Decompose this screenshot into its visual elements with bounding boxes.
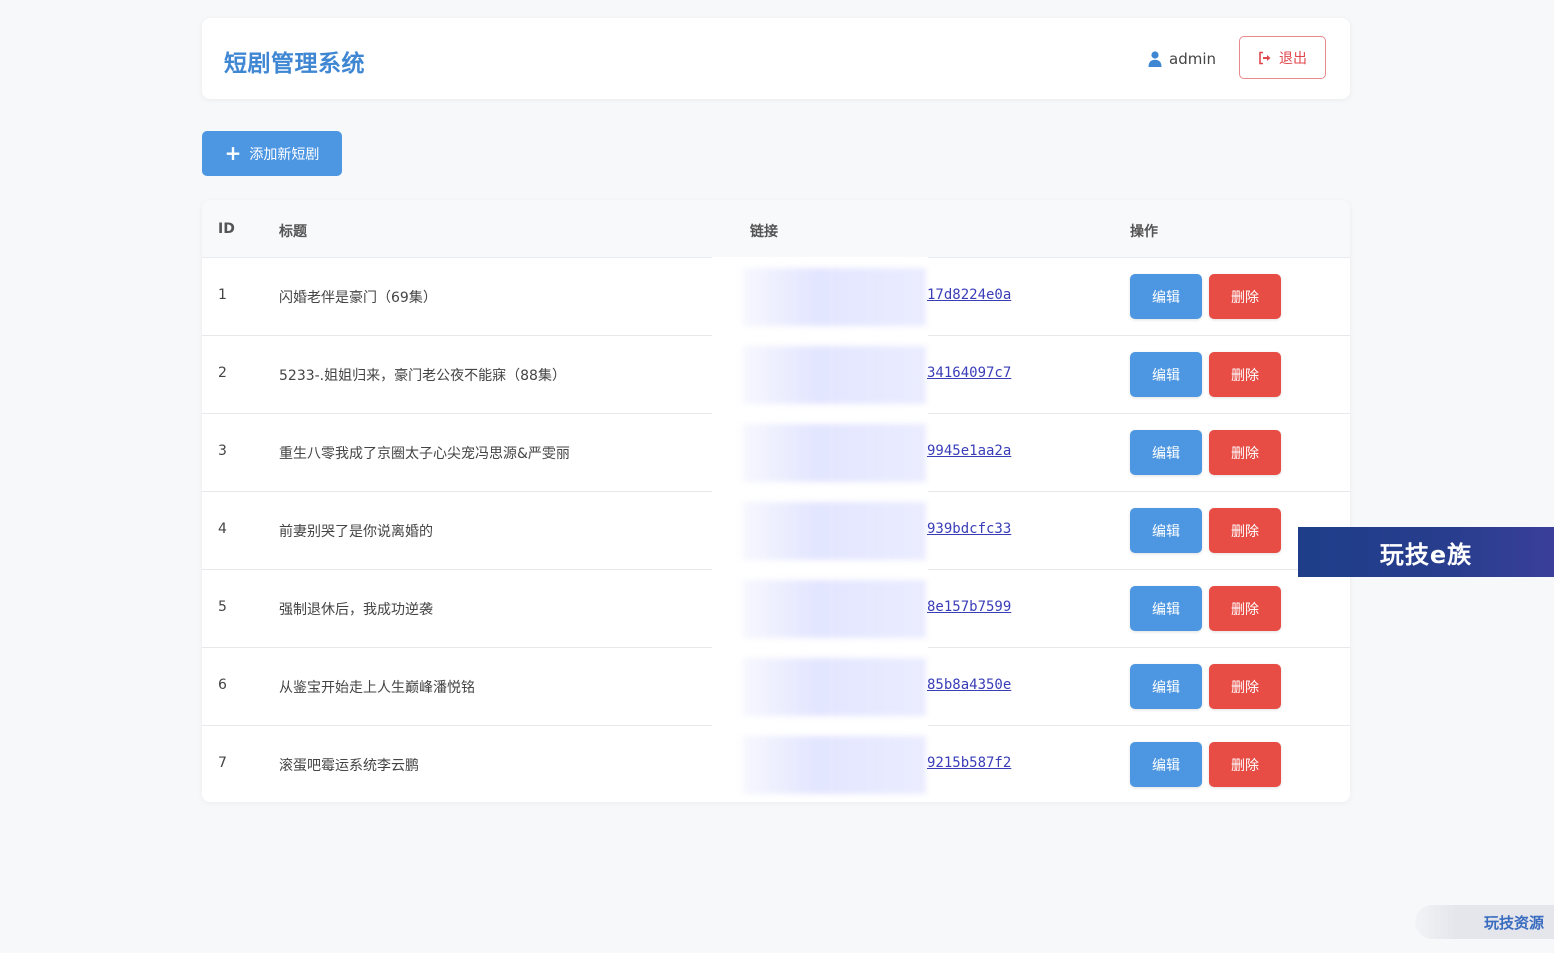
delete-button[interactable]: 删除 <box>1209 352 1281 397</box>
edit-button[interactable]: 编辑 <box>1130 430 1202 475</box>
row-link[interactable]: 9945e1aa2a <box>927 443 1011 459</box>
redacted-link-prefix <box>742 658 926 716</box>
redacted-link-prefix <box>742 580 926 638</box>
row-id: 7 <box>218 755 227 771</box>
user-name: admin <box>1169 50 1216 68</box>
table-row: 6 从鉴宝开始走上人生巅峰潘悦铭 85b8a4350e 编辑 删除 <box>202 647 1350 727</box>
edit-button[interactable]: 编辑 <box>1130 274 1202 319</box>
top-header: 短剧管理系统 admin 退出 <box>202 18 1350 99</box>
plus-icon: + <box>224 140 242 165</box>
table-row: 3 重生八零我成了京圈太子心尖宠冯思源&严雯丽 9945e1aa2a 编辑 删除 <box>202 413 1350 493</box>
redacted-link-prefix <box>742 736 926 794</box>
table-row: 2 5233-.姐姐归来，豪门老公夜不能寐（88集） 34164097c7 编辑… <box>202 335 1350 415</box>
delete-button[interactable]: 删除 <box>1209 664 1281 709</box>
table-header: ID 标题 链接 操作 <box>202 200 1350 258</box>
add-drama-button[interactable]: + 添加新短剧 <box>202 131 342 176</box>
row-title: 前妻别哭了是你说离婚的 <box>279 524 433 540</box>
add-drama-label: 添加新短剧 <box>249 146 320 163</box>
row-id: 1 <box>218 287 227 303</box>
edit-button[interactable]: 编辑 <box>1130 586 1202 631</box>
column-header-actions: 操作 <box>1130 224 1158 240</box>
table-row: 5 强制退休后，我成功逆袭 8e157b7599 编辑 删除 <box>202 569 1350 649</box>
redacted-link-prefix <box>742 268 926 326</box>
row-title: 强制退休后，我成功逆袭 <box>279 602 433 618</box>
column-header-id: ID <box>218 221 235 237</box>
logout-label: 退出 <box>1279 50 1307 67</box>
table-row: 1 闪婚老伴是豪门（69集） 17d8224e0a 编辑 删除 <box>202 257 1350 337</box>
column-header-title: 标题 <box>279 224 307 240</box>
watermark-banner: 玩技e族 <box>1298 527 1554 577</box>
sign-out-icon <box>1259 51 1271 64</box>
edit-button[interactable]: 编辑 <box>1130 352 1202 397</box>
row-link[interactable]: 8e157b7599 <box>927 599 1011 615</box>
delete-button[interactable]: 删除 <box>1209 508 1281 553</box>
row-id: 5 <box>218 599 227 615</box>
edit-button[interactable]: 编辑 <box>1130 508 1202 553</box>
row-link[interactable]: 34164097c7 <box>927 365 1011 381</box>
row-id: 3 <box>218 443 227 459</box>
column-header-link: 链接 <box>750 224 778 240</box>
logout-button[interactable]: 退出 <box>1239 36 1326 79</box>
watermark-corner: 玩技资源 <box>1415 905 1554 939</box>
row-id: 2 <box>218 365 227 381</box>
row-link[interactable]: 17d8224e0a <box>927 287 1011 303</box>
row-id: 6 <box>218 677 227 693</box>
delete-button[interactable]: 删除 <box>1209 742 1281 787</box>
table-row: 4 前妻别哭了是你说离婚的 939bdcfc33 编辑 删除 <box>202 491 1350 571</box>
redacted-link-prefix <box>742 346 926 404</box>
row-title: 从鉴宝开始走上人生巅峰潘悦铭 <box>279 680 475 696</box>
edit-button[interactable]: 编辑 <box>1130 742 1202 787</box>
drama-table: ID 标题 链接 操作 1 闪婚老伴是豪门（69集） 17d8224e0a 编辑… <box>202 200 1350 802</box>
row-link[interactable]: 9215b587f2 <box>927 755 1011 771</box>
delete-button[interactable]: 删除 <box>1209 586 1281 631</box>
redacted-link-prefix <box>742 502 926 560</box>
edit-button[interactable]: 编辑 <box>1130 664 1202 709</box>
row-title: 闪婚老伴是豪门（69集） <box>279 290 437 306</box>
redacted-link-prefix <box>742 424 926 482</box>
row-link[interactable]: 939bdcfc33 <box>927 521 1011 537</box>
row-title: 5233-.姐姐归来，豪门老公夜不能寐（88集） <box>279 368 566 384</box>
row-id: 4 <box>218 521 227 537</box>
delete-button[interactable]: 删除 <box>1209 430 1281 475</box>
row-title: 重生八零我成了京圈太子心尖宠冯思源&严雯丽 <box>279 446 570 462</box>
user-icon <box>1148 51 1162 67</box>
table-row: 7 滚蛋吧霉运系统李云鹏 9215b587f2 编辑 删除 <box>202 725 1350 802</box>
user-info: admin <box>1148 49 1216 69</box>
app-title: 短剧管理系统 <box>224 51 365 77</box>
row-title: 滚蛋吧霉运系统李云鹏 <box>279 758 419 774</box>
row-link[interactable]: 85b8a4350e <box>927 677 1011 693</box>
delete-button[interactable]: 删除 <box>1209 274 1281 319</box>
